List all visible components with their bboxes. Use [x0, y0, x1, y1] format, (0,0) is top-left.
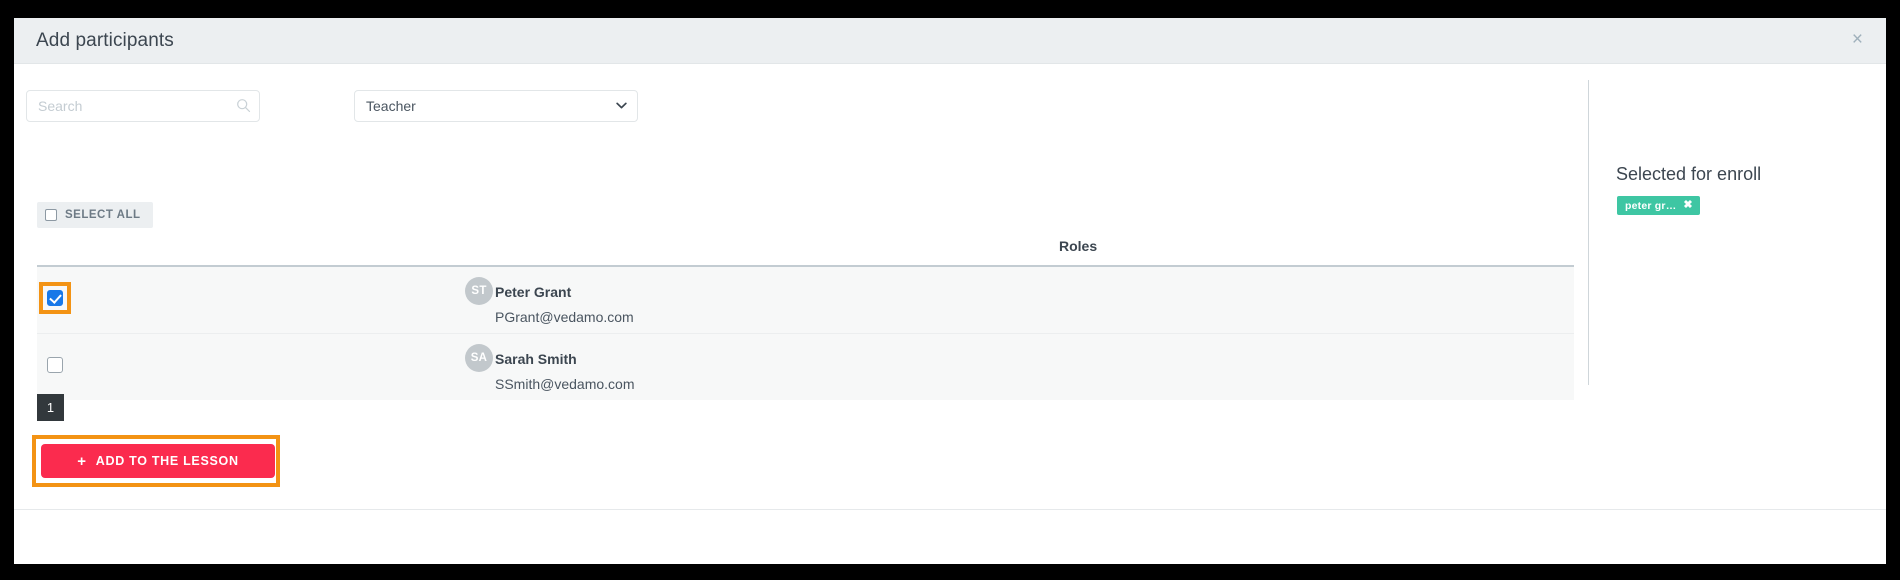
add-participants-modal: Add participants × Teacher: [14, 18, 1886, 564]
search-field-wrapper: [26, 90, 260, 122]
selected-chip-label: peter gr…: [1625, 199, 1677, 212]
user-name: Peter Grant: [495, 284, 572, 300]
close-icon[interactable]: ×: [1847, 27, 1868, 52]
add-to-the-lesson-label: ADD TO THE LESSON: [95, 454, 239, 468]
select-all-button[interactable]: SELECT ALL: [37, 202, 153, 228]
modal-body: Teacher SELECT ALL Roles: [14, 64, 1886, 524]
selected-chip[interactable]: peter gr… ✖: [1617, 196, 1700, 215]
pagination: 1: [37, 394, 64, 421]
panel-divider: [1588, 80, 1589, 385]
table-row[interactable]: ST Peter Grant PGrant@vedamo.com: [37, 267, 1574, 334]
table-header-row: Roles: [37, 238, 1574, 265]
user-name: Sarah Smith: [495, 351, 577, 367]
modal-header: Add participants ×: [14, 18, 1886, 64]
screenshot-frame: Add participants × Teacher: [0, 0, 1900, 580]
page-title: Add participants: [36, 30, 174, 51]
column-header-roles: Roles: [1059, 238, 1098, 254]
select-all-checkbox[interactable]: [45, 209, 57, 221]
user-email: PGrant@vedamo.com: [495, 309, 634, 325]
user-email: SSmith@vedamo.com: [495, 376, 635, 392]
role-select-wrapper: Teacher: [354, 90, 638, 122]
avatar: SA: [465, 344, 493, 372]
participants-table: Roles ST Peter Grant PGrant@vedamo.com S…: [37, 238, 1574, 400]
table-row[interactable]: SA Sarah Smith SSmith@vedamo.com: [37, 334, 1574, 400]
select-all-label: SELECT ALL: [65, 209, 141, 221]
selected-panel-title: Selected for enroll: [1616, 164, 1762, 184]
row-checkbox-peter-grant[interactable]: [47, 290, 63, 306]
search-input[interactable]: [26, 90, 260, 122]
annotation-highlight-add-button: + ADD TO THE LESSON: [32, 435, 280, 487]
plus-icon: +: [77, 452, 87, 470]
footer-divider: [14, 509, 1886, 510]
add-to-the-lesson-button[interactable]: + ADD TO THE LESSON: [41, 444, 275, 478]
role-select[interactable]: Teacher: [354, 90, 638, 122]
row-checkbox-sarah-smith[interactable]: [47, 357, 63, 373]
avatar: ST: [465, 277, 493, 305]
pagination-page-1[interactable]: 1: [37, 394, 64, 421]
chip-remove-icon[interactable]: ✖: [1683, 200, 1692, 211]
